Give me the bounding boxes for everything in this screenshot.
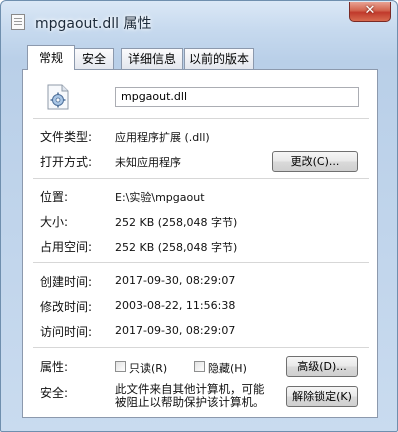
location-label: 位置: bbox=[40, 190, 69, 204]
properties-window: mpgaout.dll 属性 ✕ 常规 安全 详细信息 以前的版本 mpgaou… bbox=[0, 0, 398, 432]
dll-file-icon bbox=[11, 14, 25, 30]
created-label: 创建时间: bbox=[40, 275, 93, 289]
title-bar[interactable]: mpgaout.dll 属性 ✕ bbox=[1, 1, 397, 45]
tab-general[interactable]: 常规 bbox=[27, 45, 75, 70]
divider bbox=[33, 262, 369, 263]
size-value: 252 KB (258,048 字节) bbox=[115, 216, 238, 229]
accessed-label: 访问时间: bbox=[40, 325, 93, 339]
readonly-checkbox[interactable] bbox=[115, 361, 126, 372]
tab-previous-versions[interactable]: 以前的版本 bbox=[184, 48, 254, 69]
window-title: mpgaout.dll 属性 bbox=[35, 16, 152, 32]
security-warning-line-2: 被阻止以帮助保护该计算机。 bbox=[115, 395, 265, 409]
change-button[interactable]: 更改(C)... bbox=[272, 151, 358, 172]
size-on-disk-label: 占用空间: bbox=[40, 240, 93, 254]
tab-security[interactable]: 安全 bbox=[74, 48, 114, 69]
opens-with-value: 未知应用程序 bbox=[115, 156, 181, 169]
close-icon: ✕ bbox=[364, 3, 376, 18]
size-on-disk-value: 252 KB (258,048 字节) bbox=[115, 241, 238, 254]
modified-label: 修改时间: bbox=[40, 300, 93, 314]
divider bbox=[33, 118, 369, 119]
general-panel: mpgaout.dll 文件类型: 应用程序扩展 (.dll) 打开方式: 未知… bbox=[22, 69, 378, 418]
file-type-label: 文件类型: bbox=[40, 130, 93, 144]
security-label: 安全: bbox=[40, 386, 69, 400]
created-value: 2017-09-30, 08:29:07 bbox=[115, 274, 236, 287]
hidden-label[interactable]: 隐藏(H) bbox=[208, 360, 247, 376]
file-name-field[interactable]: mpgaout.dll bbox=[115, 87, 359, 107]
modified-value: 2003-08-22, 11:56:38 bbox=[115, 299, 236, 312]
accessed-value: 2017-09-30, 08:29:07 bbox=[115, 324, 236, 337]
divider bbox=[33, 347, 369, 348]
unblock-button[interactable]: 解除锁定(K) bbox=[286, 386, 358, 407]
hidden-checkbox[interactable] bbox=[194, 361, 205, 372]
divider bbox=[33, 178, 369, 179]
advanced-button[interactable]: 高级(D)... bbox=[286, 356, 358, 377]
close-button[interactable]: ✕ bbox=[349, 2, 391, 22]
attributes-label: 属性: bbox=[40, 360, 69, 374]
tab-details[interactable]: 详细信息 bbox=[121, 48, 183, 69]
opens-with-label: 打开方式: bbox=[40, 155, 93, 169]
size-label: 大小: bbox=[40, 215, 69, 229]
file-type-value: 应用程序扩展 (.dll) bbox=[115, 131, 210, 144]
readonly-label[interactable]: 只读(R) bbox=[129, 360, 167, 376]
location-value: E:\实验\mpgaout bbox=[115, 191, 205, 204]
dll-gear-file-icon bbox=[47, 84, 69, 110]
